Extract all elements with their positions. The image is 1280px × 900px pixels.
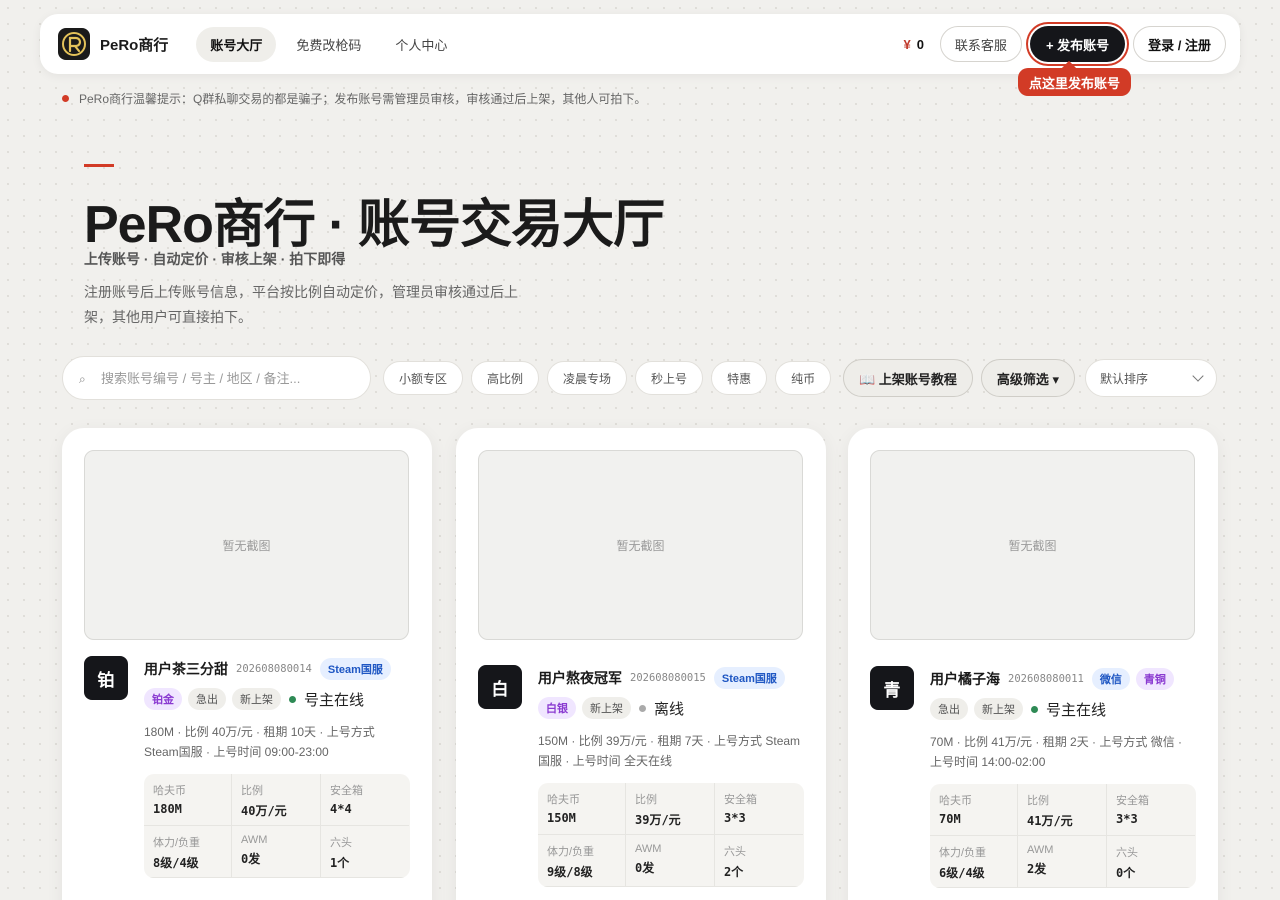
stat-cell: 比例 40万/元: [232, 774, 321, 826]
screenshot-placeholder: 暂无截图: [870, 450, 1195, 640]
login-register-button[interactable]: 登录 / 注册: [1133, 26, 1226, 62]
status-dot-icon: [289, 695, 296, 703]
search-icon: ⌕: [79, 372, 86, 386]
yen-icon: ¥: [903, 36, 911, 52]
chip-small-amount[interactable]: 小额专区: [383, 361, 464, 395]
filter-bar: ⌕ 小额专区 高比例 凌晨专场 秒上号 特惠 纯币 📖 上架账号教程 高级筛选 …: [62, 356, 1218, 400]
tutorial-button[interactable]: 📖 上架账号教程: [843, 359, 973, 397]
status-badge: 号主在线: [1031, 699, 1106, 720]
nav-link-profile[interactable]: 个人中心: [381, 27, 461, 62]
screenshot-placeholder: 暂无截图: [84, 450, 409, 640]
screenshot-placeholder: 暂无截图: [478, 450, 803, 640]
notice-bar: PeRo商行温馨提示：Q群私聊交易的都是骗子；发布账号需管理员审核，审核通过后上…: [62, 90, 646, 107]
account-id: 202608080014: [236, 663, 312, 675]
chevron-down-icon: [1192, 370, 1204, 382]
rank-badge: 青: [870, 666, 914, 710]
new-tag: 新上架: [232, 688, 281, 710]
stat-cell: 比例 41万/元: [1018, 784, 1107, 836]
hero-subtitle: 上传账号 · 自动定价 · 审核上架 · 拍下即得: [84, 251, 346, 267]
nav-link-account-hall[interactable]: 账号大厅: [196, 26, 277, 62]
hero-description: 注册账号后上传账号信息，平台按比例自动定价，管理员审核通过后上架，其他用户可直接…: [84, 284, 518, 325]
stat-cell: 体力/负重 9级/8级: [538, 835, 626, 887]
stat-cell: 哈夫币 180M: [144, 774, 232, 826]
account-card[interactable]: 暂无截图 白 用户熬夜冠军 202608080015 Steam国服 白银 新上…: [456, 428, 826, 900]
rank-tag: 青铜: [1135, 668, 1174, 690]
account-id: 202608080015: [630, 672, 706, 684]
status-dot-icon: [1031, 705, 1038, 713]
platform-tag: 微信: [1091, 668, 1130, 690]
status-badge: 离线: [639, 698, 684, 719]
account-card[interactable]: 暂无截图 青 用户橘子海 202608080011 微信 青铜 急出 新上架 号…: [848, 428, 1218, 900]
stats-grid: 哈夫币 150M 比例 39万/元 安全箱 3*3 体力/负重 9级/8级 AWM 0发 …: [538, 783, 804, 887]
notice-dot-icon: [62, 95, 69, 102]
sort-select[interactable]: 默认排序: [1085, 359, 1218, 397]
rank-badge: 铂: [84, 656, 128, 700]
stats-grid: 哈夫币 180M 比例 40万/元 安全箱 4*4 体力/负重 8级/4级 AWM 0发 …: [144, 774, 410, 878]
support-button[interactable]: 联系客服: [939, 26, 1022, 62]
account-description: 70M · 比例 41万/元 · 租期 2天 · 上号方式 微信 · 上号时间 …: [930, 735, 1183, 769]
stat-cell: 六头 1个: [321, 826, 409, 878]
stat-cell: 安全箱 3*3: [715, 783, 803, 835]
top-nav: PeRo商行 账号大厅 免费改枪码 个人中心 ¥0 联系客服 + 发布账号 登录…: [40, 14, 1240, 74]
stat-cell: 安全箱 4*4: [321, 774, 409, 826]
page-title: PeRo商行 · 账号交易大厅: [84, 196, 665, 254]
brand-name[interactable]: PeRo商行: [100, 34, 168, 55]
stat-cell: 六头 2个: [715, 835, 803, 887]
rank-badge: 白: [478, 665, 522, 709]
stat-cell: 比例 39万/元: [626, 783, 715, 835]
status-dot-icon: [639, 704, 646, 712]
status-badge: 号主在线: [289, 689, 364, 710]
notice-text: PeRo商行温馨提示：Q群私聊交易的都是骗子；发布账号需管理员审核，审核通过后上…: [79, 92, 647, 106]
account-id: 202608080011: [1008, 673, 1084, 685]
publish-account-button[interactable]: + 发布账号: [1029, 26, 1126, 62]
stat-cell: 体力/负重 8级/4级: [144, 826, 232, 878]
publish-tooltip: 点这里发布账号: [1018, 68, 1132, 96]
stat-cell: 安全箱 3*3: [1107, 784, 1195, 836]
rank-tag: 白银: [538, 697, 576, 719]
search-box[interactable]: ⌕: [62, 356, 371, 400]
stat-cell: 哈夫币 70M: [930, 784, 1018, 836]
chip-instant-login[interactable]: 秒上号: [635, 361, 704, 395]
sort-value: 默认排序: [1100, 371, 1149, 386]
stat-cell: AWM 0发: [626, 835, 715, 887]
account-card[interactable]: 暂无截图 铂 用户茶三分甜 202608080014 Steam国服 铂金 急出…: [62, 428, 432, 900]
chip-late-night[interactable]: 凌晨专场: [547, 361, 628, 395]
balance-display: ¥0: [903, 37, 923, 52]
seller-name[interactable]: 用户橘子海: [930, 669, 1000, 689]
new-tag: 新上架: [582, 697, 631, 719]
stat-cell: 哈夫币 150M: [538, 783, 626, 835]
new-tag: 新上架: [974, 698, 1023, 720]
balance-value: 0: [916, 36, 924, 52]
platform-tag: Steam国服: [713, 667, 785, 689]
hero-accent-bar: [84, 164, 114, 167]
chip-pure-coin[interactable]: 纯币: [775, 361, 832, 395]
account-description: 180M · 比例 40万/元 · 租期 10天 · 上号方式 Steam国服 …: [144, 725, 375, 759]
seller-name[interactable]: 用户茶三分甜: [144, 659, 228, 679]
stat-cell: 六头 0个: [1107, 836, 1195, 888]
rank-tag: 铂金: [144, 688, 182, 710]
chip-high-ratio[interactable]: 高比例: [471, 361, 540, 395]
stat-cell: 体力/负重 6级/4级: [930, 836, 1018, 888]
stat-cell: AWM 2发: [1018, 836, 1107, 888]
search-input[interactable]: [101, 370, 341, 386]
chip-discount[interactable]: 特惠: [711, 361, 768, 395]
nav-link-gun-code[interactable]: 免费改枪码: [282, 27, 375, 62]
urgent-tag: 急出: [188, 688, 226, 710]
stat-cell: AWM 0发: [232, 826, 321, 878]
stats-grid: 哈夫币 70M 比例 41万/元 安全箱 3*3 体力/负重 6级/4级 AWM 2发 六…: [930, 784, 1196, 888]
account-description: 150M · 比例 39万/元 · 租期 7天 · 上号方式 Steam国服 ·…: [538, 734, 801, 768]
urgent-tag: 急出: [930, 698, 968, 720]
brand-logo-icon[interactable]: [58, 28, 90, 60]
platform-tag: Steam国服: [319, 658, 391, 680]
seller-name[interactable]: 用户熬夜冠军: [538, 668, 622, 688]
advanced-filter-button[interactable]: 高级筛选 ▾: [980, 359, 1076, 397]
